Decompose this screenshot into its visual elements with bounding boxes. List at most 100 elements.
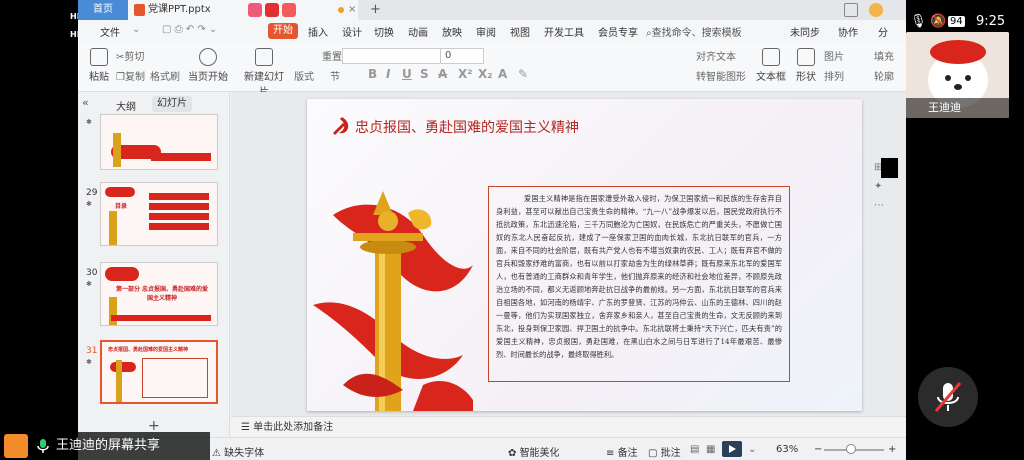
shadow-button[interactable]: S — [420, 67, 429, 81]
window-layout-icon[interactable] — [844, 3, 858, 17]
quick-access-icons[interactable]: ▢ ⎙ ↶ ↷ ⌄ — [162, 24, 217, 35]
slideshow-options-icon[interactable]: ⌄ — [748, 444, 756, 455]
paste-label: 粘贴 — [89, 72, 109, 83]
fill-button[interactable]: 填充 — [874, 48, 894, 63]
menu-slideshow[interactable]: 放映 — [442, 24, 462, 39]
font-name-input[interactable] — [342, 48, 448, 64]
comments-button[interactable]: ▢ 批注 — [648, 444, 681, 459]
more-tool-icon[interactable]: ⋯ — [874, 200, 884, 211]
layout-button[interactable]: 版式 — [294, 68, 314, 83]
strikethrough-button[interactable]: A — [438, 67, 447, 81]
tab-slides[interactable]: 幻灯片 — [152, 96, 192, 112]
cut-button[interactable]: ✂剪切 — [116, 48, 144, 63]
slideshow-play-button[interactable] — [722, 441, 742, 457]
tab-outline[interactable]: 大纲 — [116, 98, 136, 113]
zoom-in-button[interactable]: + — [888, 444, 896, 455]
smart-beautify-button[interactable]: ✿ 智能美化 — [508, 444, 560, 459]
menu-member[interactable]: 会员专享 — [598, 24, 638, 39]
left-black-border — [0, 0, 78, 460]
sorter-view-icon[interactable]: ▦ — [706, 444, 715, 455]
menu-developer[interactable]: 开发工具 — [544, 24, 584, 39]
collaborate-button[interactable]: 协作 — [838, 24, 858, 39]
mute-microphone-button[interactable] — [918, 367, 978, 427]
current-slide[interactable]: 忠贞报国、勇赴国难的爱国主义精神 爱国主义精神是指在国家遭受外敌入侵时，为保卫国… — [307, 99, 862, 411]
zoom-out-button[interactable]: − — [814, 444, 822, 455]
outline-button[interactable]: 轮廓 — [874, 68, 894, 83]
slide-thumbnail[interactable]: 第一部分 忠贞报国、勇赴国难的爱国主义精神 — [100, 262, 218, 326]
menu-transition[interactable]: 切换 — [374, 24, 394, 39]
command-search[interactable]: ⌕查找命令、搜索模板 — [646, 24, 742, 39]
picture-button[interactable]: 图片 — [824, 48, 844, 63]
share-label: 王迪迪的屏幕共享 — [56, 438, 161, 453]
section-button[interactable]: 节 — [330, 68, 340, 83]
tab-home-active[interactable]: 开始 — [268, 23, 298, 39]
thumb-title: 忠贞报国、勇赴国难的爱国主义精神 — [108, 347, 189, 353]
share-mic-icon — [37, 439, 49, 453]
menu-animation[interactable]: 动画 — [408, 24, 428, 39]
menu-view[interactable]: 视图 — [510, 24, 530, 39]
thumb-textbox — [142, 358, 208, 398]
participant-video-tile[interactable]: 王迪迪 — [906, 32, 1009, 118]
format-painter-button[interactable]: 格式刷 — [150, 68, 180, 83]
bold-button[interactable]: B — [368, 67, 377, 81]
smart-graphic-button[interactable]: 转智能图形 — [696, 68, 746, 83]
new-tab-button[interactable]: + — [370, 0, 381, 20]
underline-button[interactable]: U — [402, 67, 412, 81]
font-size-input[interactable]: 0 — [440, 48, 484, 64]
align-text-button[interactable]: 对齐文本 — [696, 48, 736, 63]
reset-button[interactable]: 重置 — [322, 48, 342, 63]
command-search-label: 查找命令、搜索模板 — [651, 28, 742, 39]
panel-collapse-icon[interactable]: « — [82, 96, 89, 109]
slide-thumbnail[interactable] — [100, 114, 218, 170]
wps-presentation-app: 首页 党课PPT.pptx × + 文件 ⌄ ▢ ⎙ ↶ ↷ ⌄ 开始 插入 设… — [78, 0, 906, 460]
thumb-pillar — [113, 133, 121, 167]
thumb-pillar — [109, 211, 117, 245]
beautify-icon: ✿ — [508, 448, 520, 459]
zoom-slider-handle[interactable] — [846, 444, 856, 454]
notes-toggle-button[interactable]: ≡ 备注 — [606, 444, 638, 459]
notes-bar[interactable]: ☰ 单击此处添加备注 — [231, 416, 906, 437]
highlight-button[interactable]: ✎ — [518, 67, 528, 81]
subscript-button[interactable]: X₂ — [478, 67, 493, 81]
slide-thumbnail-active[interactable]: 忠贞报国、勇赴国难的爱国主义精神 — [100, 340, 218, 404]
slide-thumbnail[interactable]: 目录 — [100, 182, 218, 246]
animation-tool-icon[interactable]: ✦ — [874, 181, 884, 192]
superscript-button[interactable]: X² — [458, 67, 473, 81]
app-icon[interactable] — [265, 3, 279, 17]
thumb-menu-bar — [149, 203, 209, 210]
shape-button[interactable]: 形状 — [792, 48, 820, 83]
menu-insert[interactable]: 插入 — [308, 24, 328, 39]
missing-font-button[interactable]: ⚠ 缺失字体 — [212, 444, 264, 459]
promo-icon[interactable] — [282, 3, 296, 17]
comments-label: 批注 — [660, 448, 681, 459]
play-from-current-button[interactable]: 当页开始 — [188, 48, 228, 83]
menu-file[interactable]: 文件 — [100, 24, 120, 39]
document-tab[interactable]: 党课PPT.pptx × — [128, 0, 358, 20]
gift-icon[interactable] — [248, 3, 262, 17]
paste-button[interactable]: 粘贴 — [84, 48, 114, 83]
home-tab[interactable]: 首页 — [78, 0, 128, 20]
slide-body-textbox[interactable]: 爱国主义精神是指在国家遭受外敌入侵时，为保卫国家统一和民族的生存舍弃自身利益，甚… — [488, 186, 790, 382]
copy-button[interactable]: ❐复制 — [116, 68, 145, 83]
slide-title[interactable]: 忠贞报国、勇赴国难的爱国主义精神 — [355, 117, 579, 137]
slide-animation-icon: ✱ — [86, 118, 92, 126]
textbox-button[interactable]: 文本框 — [754, 48, 788, 83]
play-icon — [199, 48, 217, 66]
user-avatar-icon[interactable] — [869, 3, 884, 17]
new-slide-button[interactable]: 新建幻灯片 — [240, 48, 288, 98]
menu-chevron-icon[interactable]: ⌄ — [132, 24, 140, 35]
window-controls — [838, 2, 884, 21]
menu-review[interactable]: 审阅 — [476, 24, 496, 39]
normal-view-icon[interactable]: ▤ — [690, 444, 699, 455]
paste-icon — [90, 48, 108, 66]
font-color-button[interactable]: A — [498, 67, 507, 81]
share-button[interactable]: 分 — [878, 24, 888, 39]
sync-status[interactable]: 未同步 — [790, 24, 820, 39]
tab-close-icon[interactable]: × — [348, 0, 356, 20]
menu-bar: 文件 ⌄ ▢ ⎙ ↶ ↷ ⌄ 开始 插入 设计 切换 动画 放映 审阅 视图 开… — [78, 20, 906, 42]
arrange-button[interactable]: 排列 — [824, 68, 844, 83]
italic-button[interactable]: I — [386, 67, 390, 81]
menu-design[interactable]: 设计 — [342, 24, 362, 39]
slide-number: 30 — [86, 268, 98, 278]
zoom-level[interactable]: 63% — [776, 444, 798, 455]
